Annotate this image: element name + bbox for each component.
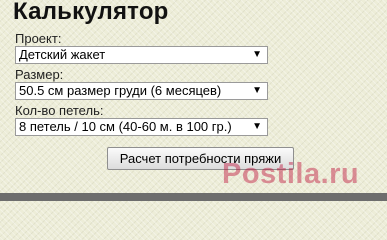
project-label: Проект: [15, 31, 62, 46]
project-select[interactable]: Детский жакет ▼ [15, 46, 268, 64]
size-select[interactable]: 50.5 см размер груди (6 месяцев) ▼ [15, 82, 268, 100]
footer-bar [0, 193, 387, 201]
stitches-label: Кол-во петель: [15, 103, 104, 118]
stitches-select[interactable]: 8 петель / 10 см (40-60 м. в 100 гр.) ▼ [15, 118, 268, 136]
project-select-value: Детский жакет [19, 47, 106, 62]
chevron-down-icon: ▼ [252, 121, 262, 132]
chevron-down-icon: ▼ [252, 85, 262, 96]
page-title: Калькулятор [13, 0, 169, 25]
size-select-value: 50.5 см размер груди (6 месяцев) [19, 83, 222, 98]
stitches-select-value: 8 петель / 10 см (40-60 м. в 100 гр.) [19, 119, 232, 134]
size-label: Размер: [15, 67, 64, 82]
chevron-down-icon: ▼ [252, 49, 262, 60]
watermark-logo: Postila.ru [222, 158, 360, 190]
